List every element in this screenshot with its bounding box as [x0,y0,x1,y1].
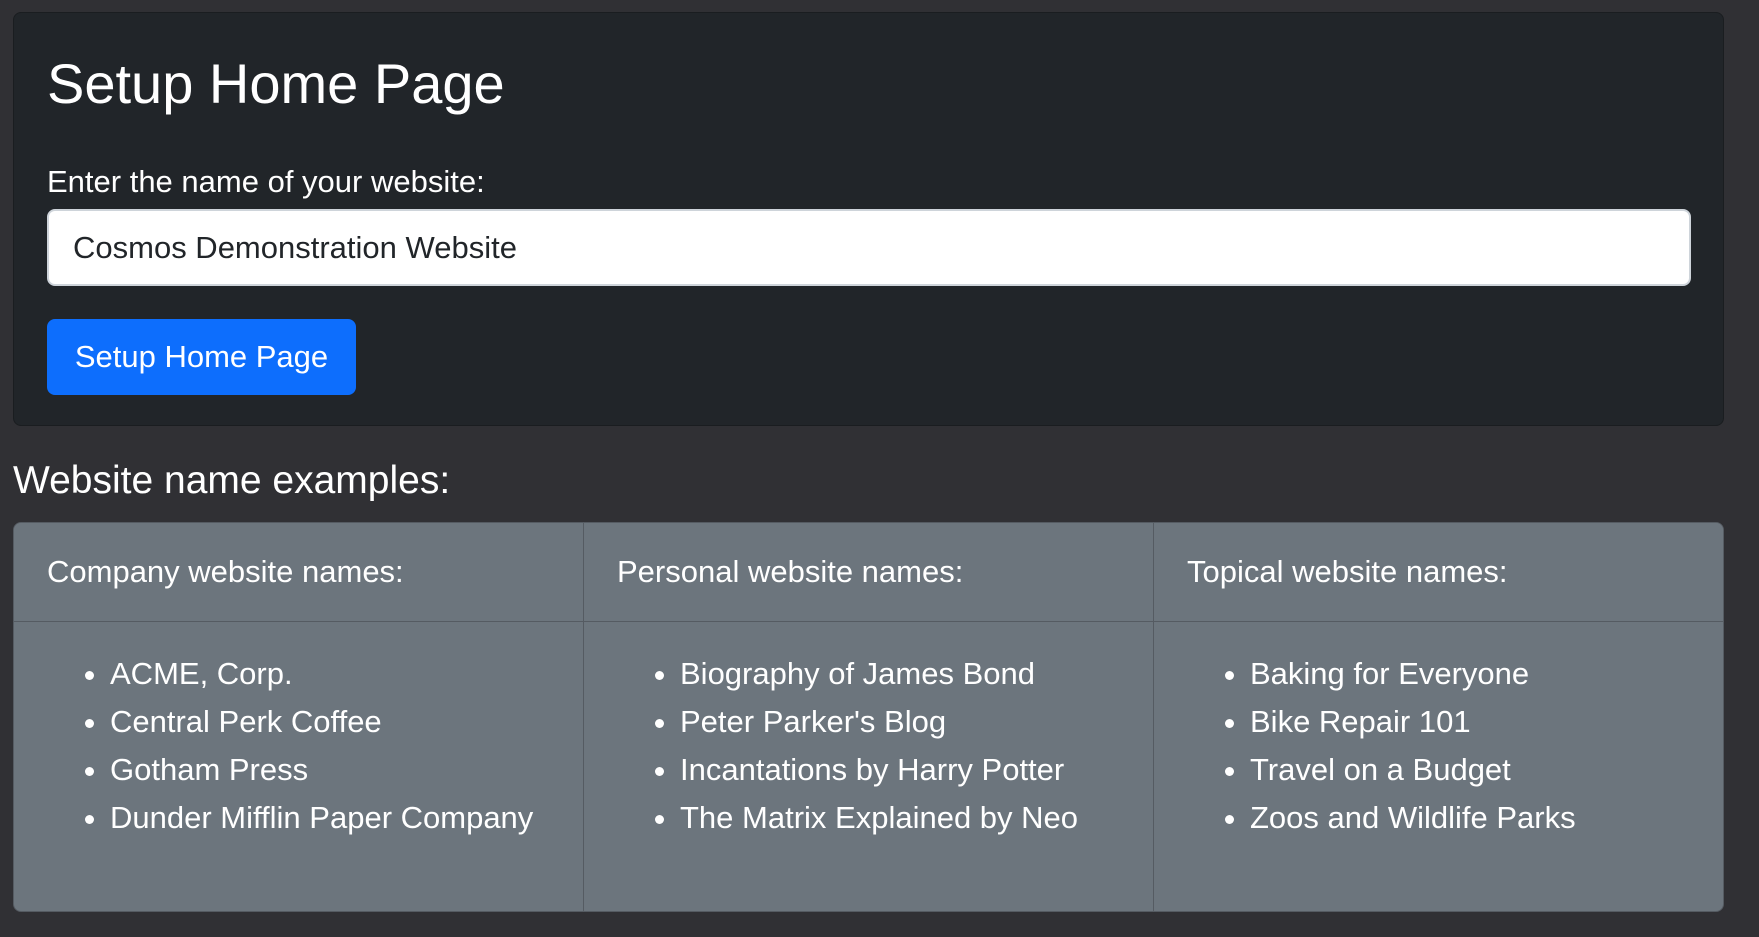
company-examples-header: Company website names: [14,523,583,622]
list-item: Dunder Mifflin Paper Company [110,794,583,842]
personal-examples-header: Personal website names: [584,523,1153,622]
list-item: Zoos and Wildlife Parks [1250,794,1723,842]
website-name-input[interactable] [47,209,1691,286]
personal-examples-card: Personal website names: Biography of Jam… [584,523,1154,911]
examples-card-group: Company website names: ACME, Corp. Centr… [13,522,1724,912]
personal-examples-list: Biography of James Bond Peter Parker's B… [584,650,1153,842]
list-item: Baking for Everyone [1250,650,1723,698]
examples-heading: Website name examples: [13,459,451,502]
topical-examples-card: Topical website names: Baking for Everyo… [1154,523,1723,911]
list-item: ACME, Corp. [110,650,583,698]
company-examples-list: ACME, Corp. Central Perk Coffee Gotham P… [14,650,583,842]
list-item: The Matrix Explained by Neo [680,794,1153,842]
list-item: Travel on a Budget [1250,746,1723,794]
list-item: Gotham Press [110,746,583,794]
list-item: Central Perk Coffee [110,698,583,746]
personal-examples-body: Biography of James Bond Peter Parker's B… [584,622,1153,911]
list-item: Bike Repair 101 [1250,698,1723,746]
list-item: Incantations by Harry Potter [680,746,1153,794]
website-name-label: Enter the name of your website: [47,164,485,199]
list-item: Biography of James Bond [680,650,1153,698]
list-item: Peter Parker's Blog [680,698,1153,746]
topical-examples-body: Baking for Everyone Bike Repair 101 Trav… [1154,622,1723,911]
company-examples-body: ACME, Corp. Central Perk Coffee Gotham P… [14,622,583,911]
company-examples-card: Company website names: ACME, Corp. Centr… [14,523,584,911]
topical-examples-header: Topical website names: [1154,523,1723,622]
setup-card: Setup Home Page Enter the name of your w… [13,12,1724,426]
topical-examples-list: Baking for Everyone Bike Repair 101 Trav… [1154,650,1723,842]
setup-home-page-button[interactable]: Setup Home Page [47,319,356,395]
page-title: Setup Home Page [47,52,505,115]
